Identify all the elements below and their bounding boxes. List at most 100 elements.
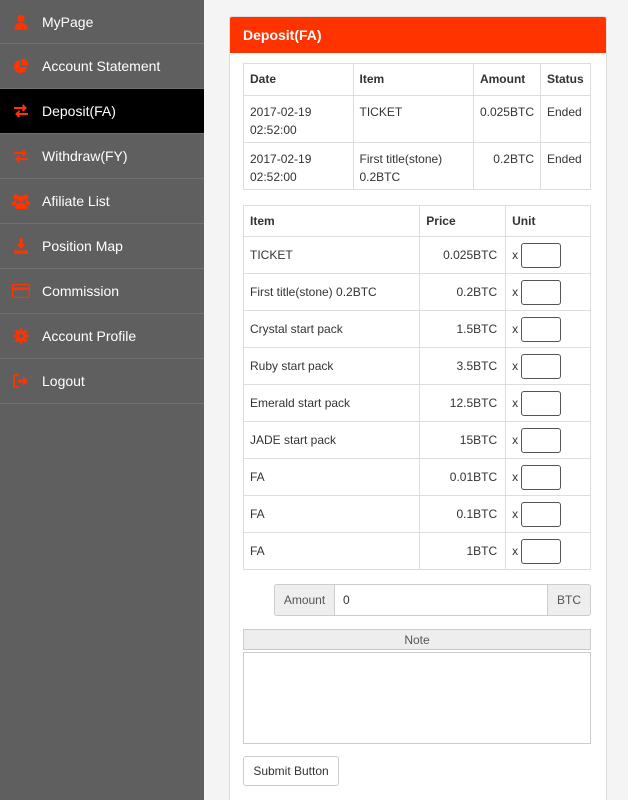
amount-input[interactable] <box>335 584 547 616</box>
unit-quantity-input[interactable] <box>521 316 562 342</box>
table-row: 2017-02-19 02:52:00 TICKET 0.025BTC Ended <box>243 95 592 143</box>
amount-cell: 0.025BTC <box>472 95 541 143</box>
unit-multiplier: x <box>512 544 519 558</box>
price-cell: 0.1BTC <box>419 495 507 533</box>
table-row: FA 0.1BTC x <box>242 495 591 533</box>
unit-multiplier: x <box>512 470 519 484</box>
column-header-unit: Unit <box>505 205 591 237</box>
table-row: Ruby start pack 3.5BTC x <box>242 347 591 385</box>
unit-quantity-input[interactable] <box>521 242 562 268</box>
status-cell: Ended <box>539 95 592 143</box>
item-name-cell: First title(stone) 0.2BTC <box>242 273 421 311</box>
sidebar-item-account-statement[interactable]: Account Statement <box>0 44 204 89</box>
unit-cell: x <box>505 458 591 496</box>
sign-out-icon <box>0 374 42 388</box>
gear-icon <box>0 328 42 344</box>
column-header-amount: Amount <box>472 63 541 96</box>
sidebar-item-label: Account Statement <box>42 58 161 74</box>
price-cell: 12.5BTC <box>419 384 507 422</box>
item-name-cell: Emerald start pack <box>242 384 421 422</box>
sidebar-item-account-profile[interactable]: Account Profile <box>0 314 204 359</box>
unit-multiplier: x <box>512 285 519 299</box>
price-cell: 0.2BTC <box>419 273 507 311</box>
unit-multiplier: x <box>512 396 519 410</box>
unit-cell: x <box>505 273 591 311</box>
download-icon <box>0 238 42 254</box>
unit-quantity-input[interactable] <box>521 538 562 564</box>
price-cell: 0.025BTC <box>419 236 507 274</box>
unit-cell: x <box>505 236 591 274</box>
table-row: JADE start pack 15BTC x <box>242 421 591 459</box>
sidebar-item-label: Position Map <box>42 238 123 254</box>
credit-card-icon <box>0 284 42 298</box>
unit-multiplier: x <box>512 322 519 336</box>
sidebar-item-commission[interactable]: Commission <box>0 269 204 314</box>
submit-button[interactable]: Submit Button <box>243 756 339 786</box>
price-cell: 15BTC <box>419 421 507 459</box>
unit-multiplier: x <box>512 433 519 447</box>
item-name-cell: TICKET <box>242 236 421 274</box>
pie-chart-icon <box>0 58 42 74</box>
item-name-cell: Crystal start pack <box>242 310 421 348</box>
sidebar-item-label: Deposit(FA) <box>42 103 116 119</box>
column-header-status: Status <box>539 63 592 96</box>
unit-quantity-input[interactable] <box>521 390 562 416</box>
item-name-cell: JADE start pack <box>242 421 421 459</box>
sidebar-item-logout[interactable]: Logout <box>0 359 204 404</box>
item-name-cell: FA <box>242 495 421 533</box>
unit-quantity-input[interactable] <box>521 427 562 453</box>
items-table: Item Price Unit TICKET 0.025BTC x First tit… <box>242 205 591 570</box>
date-cell: 2017-02-19 02:52:00 <box>243 142 354 190</box>
unit-cell: x <box>505 347 591 385</box>
column-header-price: Price <box>419 205 507 237</box>
price-cell: 0.01BTC <box>419 458 507 496</box>
unit-multiplier: x <box>512 507 519 521</box>
sidebar-item-label: MyPage <box>42 13 94 30</box>
sidebar: MyPage Account Statement Deposit(FA) Wit… <box>0 0 204 800</box>
deposit-history-table: Date Item Amount Status 2017-02-19 02:52:… <box>243 63 592 190</box>
user-icon <box>0 14 42 30</box>
table-row: Emerald start pack 12.5BTC x <box>242 384 591 422</box>
sidebar-item-label: Withdraw(FY) <box>42 148 128 164</box>
note-textarea[interactable] <box>243 652 591 744</box>
unit-quantity-input[interactable] <box>521 353 562 379</box>
panel-title: Deposit(FA) <box>230 17 606 53</box>
sidebar-item-label: Afiliate List <box>42 193 110 209</box>
unit-quantity-input[interactable] <box>521 501 562 527</box>
table-row: TICKET 0.025BTC x <box>242 236 591 274</box>
exchange-icon <box>0 149 42 163</box>
unit-multiplier: x <box>512 248 519 262</box>
sidebar-item-label: Logout <box>42 373 85 389</box>
amount-unit-label: BTC <box>547 584 591 616</box>
note-label: Note <box>243 629 591 650</box>
unit-quantity-input[interactable] <box>521 464 562 490</box>
sidebar-item-label: Commission <box>42 283 120 299</box>
status-cell: Ended <box>539 142 592 190</box>
column-header-item: Item <box>352 63 474 96</box>
table-row: First title(stone) 0.2BTC 0.2BTC x <box>242 273 591 311</box>
item-name-cell: FA <box>242 532 421 570</box>
sidebar-item-affiliate-list[interactable]: Afiliate List <box>0 179 204 224</box>
sidebar-item-position-map[interactable]: Position Map <box>0 224 204 269</box>
unit-cell: x <box>505 384 591 422</box>
table-row: 2017-02-19 02:52:00 First title(stone) 0.2… <box>243 142 592 190</box>
item-name-cell: Ruby start pack <box>242 347 421 385</box>
price-cell: 1BTC <box>419 532 507 570</box>
item-cell: First title(stone) 0.2BTC <box>352 142 474 190</box>
amount-label: Amount <box>274 584 335 616</box>
sidebar-item-mypage[interactable]: MyPage <box>0 0 204 44</box>
column-header-date: Date <box>243 63 354 96</box>
unit-cell: x <box>505 495 591 533</box>
table-row: Crystal start pack 1.5BTC x <box>242 310 591 348</box>
unit-quantity-input[interactable] <box>521 279 562 305</box>
sidebar-item-deposit[interactable]: Deposit(FA) <box>0 89 204 134</box>
item-cell: TICKET <box>352 95 474 143</box>
sidebar-item-withdraw[interactable]: Withdraw(FY) <box>0 134 204 179</box>
sidebar-item-label: Account Profile <box>42 328 137 344</box>
amount-input-group: Amount BTC <box>274 584 591 616</box>
unit-cell: x <box>505 310 591 348</box>
amount-cell: 0.2BTC <box>472 142 541 190</box>
unit-multiplier: x <box>512 359 519 373</box>
deposit-panel: Deposit(FA) Date Item Amount Status 2017… <box>229 16 607 800</box>
item-name-cell: FA <box>242 458 421 496</box>
